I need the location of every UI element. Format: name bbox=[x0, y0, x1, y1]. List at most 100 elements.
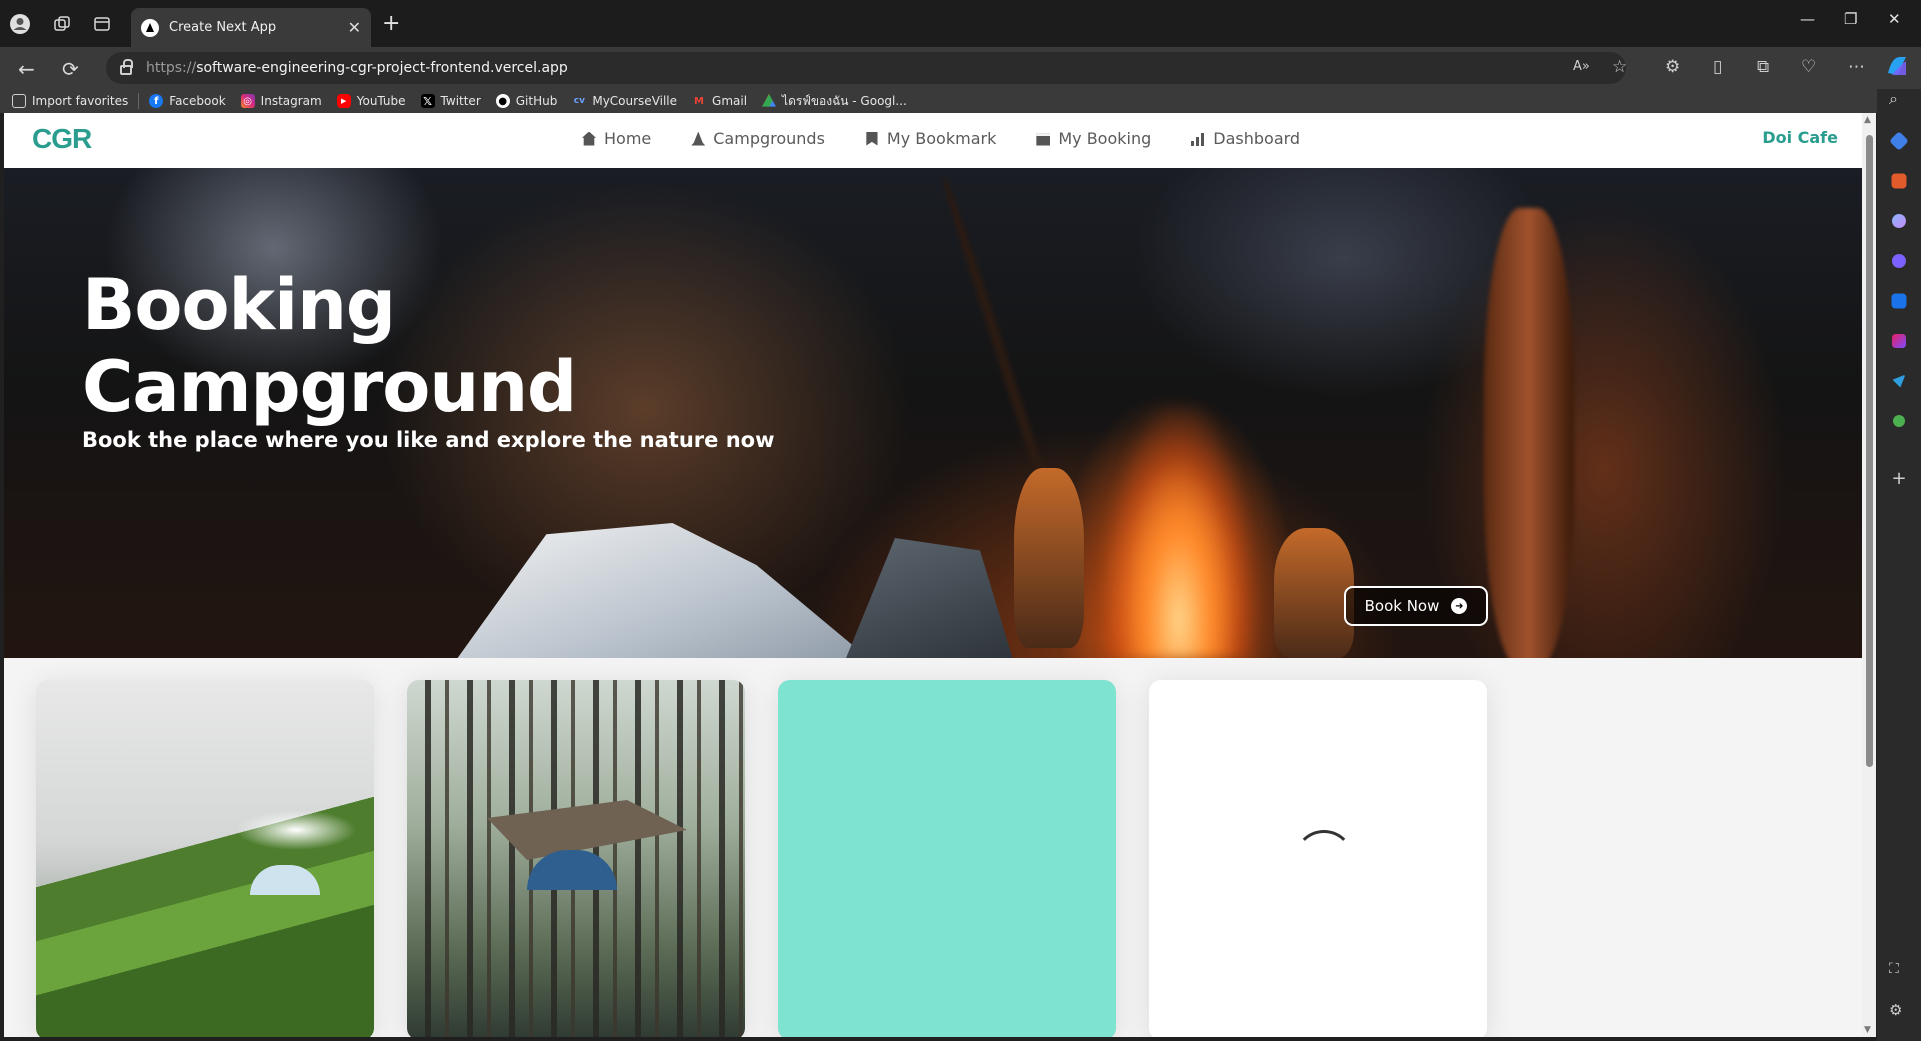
gmail-icon: M bbox=[694, 95, 704, 107]
new-tab-icon[interactable]: + bbox=[382, 11, 400, 36]
home-icon bbox=[582, 131, 596, 146]
bookmark-label: Facebook bbox=[169, 94, 226, 108]
outlook-icon[interactable] bbox=[1891, 293, 1907, 309]
book-now-button[interactable]: Book Now ➜ bbox=[1344, 586, 1488, 626]
minimize-icon[interactable]: — bbox=[1800, 10, 1815, 28]
loading-spinner-icon bbox=[1294, 830, 1354, 890]
designer-icon[interactable] bbox=[1892, 334, 1906, 348]
lock-icon[interactable] bbox=[120, 59, 133, 75]
nextjs-favicon-icon bbox=[141, 18, 159, 37]
collections-icon[interactable]: ⧉ bbox=[1757, 57, 1769, 77]
hero-title: Booking Campground bbox=[82, 264, 577, 428]
scroll-down-icon[interactable]: ▼ bbox=[1864, 1025, 1871, 1035]
hero-title-line2: Campground bbox=[82, 346, 577, 428]
close-window-icon[interactable]: ✕ bbox=[1888, 10, 1901, 28]
copilot-sidebar-icon[interactable] bbox=[1892, 254, 1906, 268]
copilot-icon[interactable] bbox=[1884, 53, 1910, 84]
bookmark-github[interactable]: ● GitHub bbox=[495, 94, 558, 108]
sidebar-settings-icon[interactable]: ⚙ bbox=[1889, 1001, 1909, 1021]
calendar-icon bbox=[1036, 133, 1051, 146]
user-name-link[interactable]: Doi Cafe bbox=[1762, 128, 1838, 147]
bookmark-label: Twitter bbox=[440, 94, 481, 108]
google-drive-icon bbox=[762, 94, 777, 107]
tab-close-icon[interactable]: ✕ bbox=[348, 18, 361, 37]
bookmark-instagram[interactable]: ◎ Instagram bbox=[240, 94, 322, 108]
card-image-hillside bbox=[250, 865, 320, 895]
nav-label: Home bbox=[604, 129, 652, 148]
add-sidebar-icon[interactable]: + bbox=[1889, 469, 1909, 489]
toolbox-icon[interactable] bbox=[1891, 173, 1907, 189]
hero-person-right bbox=[1274, 528, 1354, 658]
split-screen-icon[interactable]: ▯ bbox=[1713, 57, 1722, 77]
hero-title-line1: Booking bbox=[82, 264, 396, 346]
nav-label: Dashboard bbox=[1213, 129, 1301, 148]
address-bar-row: ← ⟳ https://software-engineering-cgr-pro… bbox=[0, 47, 1921, 89]
games-icon[interactable] bbox=[1892, 214, 1906, 228]
workspaces-icon[interactable] bbox=[50, 12, 74, 36]
nav-label: My Bookmark bbox=[886, 129, 997, 148]
bookmark-facebook[interactable]: f Facebook bbox=[149, 94, 226, 108]
tab-title: Create Next App bbox=[169, 20, 277, 35]
tab-actions-icon[interactable] bbox=[90, 12, 114, 36]
bookmark-import-favorites[interactable]: Import favorites bbox=[12, 94, 128, 108]
tree-icon[interactable] bbox=[1893, 415, 1905, 427]
bookmark-separator bbox=[138, 93, 140, 109]
campground-card-placeholder[interactable] bbox=[778, 680, 1116, 1037]
campground-cards bbox=[36, 680, 1836, 1037]
campground-card-loading[interactable] bbox=[1149, 680, 1487, 1037]
hero-tent-dark bbox=[844, 538, 1014, 658]
browser-essentials-icon[interactable]: ♡ bbox=[1801, 57, 1816, 77]
screenshot-icon[interactable]: ⛶ bbox=[1889, 961, 1909, 981]
nav-label: My Booking bbox=[1058, 129, 1152, 148]
hero-person-left bbox=[1014, 468, 1084, 648]
bookmark-youtube[interactable]: ▶ YouTube bbox=[336, 94, 406, 108]
campground-card[interactable] bbox=[407, 680, 745, 1037]
bookmark-google-drive[interactable]: ไดรฟ์ของฉัน - Googl... bbox=[762, 92, 907, 111]
hero-tent-white bbox=[454, 523, 874, 658]
scroll-thumb[interactable] bbox=[1866, 135, 1873, 767]
bookmark-gmail[interactable]: M Gmail bbox=[692, 94, 747, 108]
nav-dashboard[interactable]: Dashboard bbox=[1191, 129, 1300, 148]
bookmark-twitter[interactable]: 𝕏 Twitter bbox=[420, 94, 481, 108]
nav-my-booking[interactable]: My Booking bbox=[1036, 129, 1151, 148]
nav-home[interactable]: Home bbox=[582, 129, 651, 148]
bookmark-label: Gmail bbox=[712, 94, 748, 108]
nav-campgrounds[interactable]: Campgrounds bbox=[691, 129, 825, 148]
bookmark-label: ไดรฟ์ของฉัน - Googl... bbox=[782, 93, 907, 108]
scroll-up-icon[interactable]: ▲ bbox=[1864, 115, 1871, 125]
github-icon: ● bbox=[495, 94, 510, 108]
facebook-icon: f bbox=[149, 94, 164, 108]
youtube-icon: ▶ bbox=[336, 94, 351, 108]
url-field[interactable]: https://software-engineering-cgr-project… bbox=[106, 52, 1626, 84]
page-scrollbar[interactable]: ▲ ▼ bbox=[1862, 113, 1876, 1037]
search-icon[interactable]: ⌕ bbox=[1889, 89, 1909, 109]
bookmark-label: GitHub bbox=[515, 94, 558, 108]
extensions-icon[interactable]: ⚙ bbox=[1665, 57, 1680, 77]
hero-tree-trunk bbox=[1484, 208, 1574, 658]
read-aloud-icon[interactable]: A» bbox=[1573, 59, 1590, 74]
restore-icon[interactable]: ❐ bbox=[1844, 10, 1857, 28]
campground-card[interactable] bbox=[36, 680, 374, 1037]
site-navbar: CGR Home Campgrounds My Bookmark My Book… bbox=[4, 113, 1864, 168]
url-host: software-engineering-cgr-project-fronten… bbox=[196, 60, 568, 76]
nav-my-bookmark[interactable]: My Bookmark bbox=[865, 129, 996, 148]
active-tab[interactable]: Create Next App ✕ bbox=[131, 8, 371, 47]
bookmark-label: Import favorites bbox=[32, 94, 129, 108]
bookmark-label: MyCourseVille bbox=[592, 94, 678, 108]
campground-icon bbox=[691, 131, 706, 146]
shopping-tag-icon[interactable] bbox=[1889, 131, 1909, 151]
campfire-glow bbox=[1104, 408, 1254, 658]
arrow-right-icon: ➜ bbox=[1451, 598, 1468, 614]
refresh-icon[interactable]: ⟳ bbox=[62, 57, 79, 81]
site-nav-links: Home Campgrounds My Bookmark My Booking … bbox=[582, 129, 1340, 148]
page-viewport: CGR Home Campgrounds My Bookmark My Book… bbox=[4, 113, 1864, 1037]
favorite-star-icon[interactable]: ☆ bbox=[1612, 57, 1627, 77]
profile-icon[interactable] bbox=[8, 12, 32, 36]
telegram-icon[interactable] bbox=[1892, 374, 1906, 388]
site-logo[interactable]: CGR bbox=[32, 123, 92, 155]
more-menu-icon[interactable]: ⋯ bbox=[1848, 57, 1865, 77]
back-icon[interactable]: ← bbox=[18, 57, 35, 81]
bookmark-label: YouTube bbox=[356, 94, 406, 108]
bookmark-mycourseville[interactable]: cv MyCourseVille bbox=[572, 94, 677, 108]
hero-banner: Booking Campground Book the place where … bbox=[4, 168, 1864, 658]
